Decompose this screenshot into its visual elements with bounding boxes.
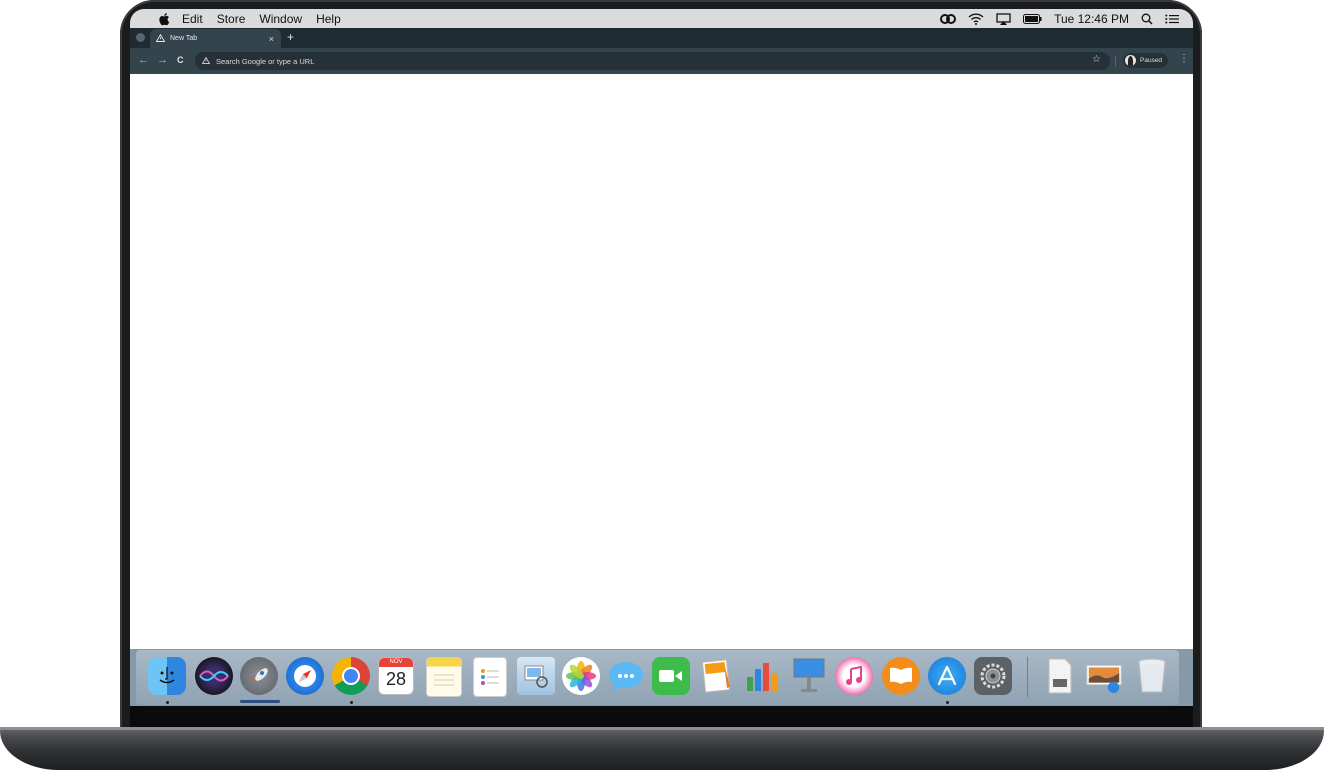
itunes-icon[interactable] — [835, 657, 873, 695]
preview-icon[interactable] — [517, 657, 555, 695]
app-store-running-indicator — [946, 701, 949, 704]
trash-icon[interactable] — [1133, 657, 1171, 695]
menu-window[interactable]: Window — [259, 12, 302, 26]
notes-icon[interactable] — [426, 657, 462, 697]
menu-edit[interactable]: Edit — [182, 12, 203, 26]
calendar-icon[interactable]: NOV 28 — [378, 657, 414, 695]
wifi-icon[interactable] — [968, 12, 984, 25]
finder-running-indicator — [166, 701, 169, 704]
creative-cloud-icon[interactable] — [940, 13, 957, 25]
forward-button[interactable]: → — [157, 54, 168, 66]
reminders-icon[interactable] — [473, 657, 507, 697]
tab-close-icon[interactable]: × — [269, 34, 274, 44]
toolbar-divider — [1115, 56, 1116, 67]
tab-title: New Tab — [170, 35, 198, 42]
warning-triangle-icon — [155, 33, 166, 44]
menu-kebab-icon[interactable]: ⋮ — [1179, 53, 1189, 64]
battery-icon[interactable] — [1023, 13, 1042, 24]
bookmark-star-icon[interactable]: ☆ — [1092, 54, 1101, 65]
laptop-base — [0, 727, 1324, 770]
menu-bar: Edit Store Window Help Tue 12:46 PM — [130, 9, 1193, 28]
address-bar-placeholder: Search Google or type a URL — [216, 56, 315, 66]
safari-icon[interactable] — [286, 657, 324, 695]
screen: Edit Store Window Help Tue 12:46 PM New … — [130, 9, 1193, 727]
new-tab-button[interactable]: + — [287, 30, 294, 44]
address-bar[interactable]: Search Google or type a URL — [195, 52, 1110, 70]
siri-icon[interactable] — [195, 657, 233, 695]
clock[interactable]: Tue 12:46 PM — [1054, 12, 1129, 26]
app-store-icon[interactable] — [928, 657, 966, 695]
pages-icon[interactable] — [698, 657, 736, 695]
menu-help[interactable]: Help — [316, 12, 341, 26]
system-preferences-icon[interactable] — [974, 657, 1012, 695]
profile-button[interactable]: Paused — [1123, 53, 1168, 68]
installer-icon[interactable] — [1041, 657, 1079, 695]
launchpad-icon[interactable] — [240, 657, 278, 695]
airplay-icon[interactable] — [996, 12, 1011, 25]
calendar-day: 28 — [385, 669, 407, 689]
chrome-icon[interactable] — [332, 657, 370, 695]
messages-icon[interactable] — [607, 657, 645, 695]
notification-center-icon[interactable] — [1165, 14, 1179, 24]
warning-triangle-icon — [201, 56, 211, 66]
spotlight-search-icon[interactable] — [1141, 13, 1153, 25]
page-content[interactable] — [130, 74, 1193, 649]
profile-status: Paused — [1140, 57, 1163, 64]
reload-button[interactable]: C — [177, 55, 184, 65]
laptop-hinge — [0, 727, 1324, 730]
launchpad-progress-indicator — [240, 700, 280, 703]
finder-icon[interactable] — [148, 657, 186, 695]
browser-toolbar: ← → C Search Google or type a URL ☆ Paus… — [130, 48, 1193, 74]
chrome-running-indicator — [350, 701, 353, 704]
photos-icon[interactable] — [562, 657, 600, 695]
dock-divider — [1027, 657, 1028, 697]
facetime-icon[interactable] — [652, 657, 690, 695]
back-button[interactable]: ← — [138, 54, 149, 66]
calendar-month: NOV — [379, 658, 413, 667]
screenshot-icon[interactable] — [1085, 657, 1123, 695]
numbers-icon[interactable] — [743, 657, 781, 695]
menu-store[interactable]: Store — [217, 12, 246, 26]
keynote-icon[interactable] — [790, 657, 828, 695]
ibooks-icon[interactable] — [882, 657, 920, 695]
tab-search-icon[interactable] — [136, 33, 145, 42]
tab-new-tab[interactable]: New Tab × — [150, 29, 281, 48]
apple-icon[interactable] — [158, 12, 172, 26]
tab-strip: New Tab × + — [130, 28, 1193, 48]
avatar — [1125, 55, 1136, 66]
screen-bottom-bezel — [130, 706, 1193, 727]
